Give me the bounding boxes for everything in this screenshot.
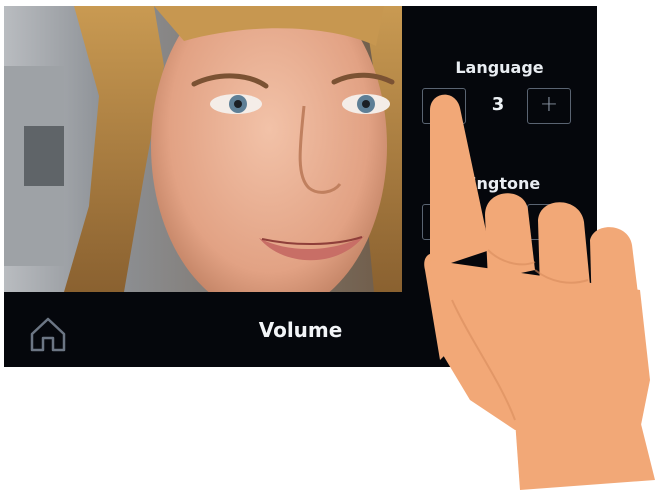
language-increment-button[interactable]: + xyxy=(527,88,571,124)
stage: Language − 3 + Ringtone − + Volume xyxy=(0,0,659,491)
language-decrement-button[interactable]: − xyxy=(422,88,466,124)
language-label: Language xyxy=(455,58,544,77)
home-icon[interactable] xyxy=(28,314,68,354)
caller-face-image xyxy=(4,6,402,292)
page-title: Volume xyxy=(258,318,343,342)
ringtone-label: Ringtone xyxy=(458,174,541,193)
intercom-screen: Language − 3 + Ringtone − + Volume xyxy=(4,6,597,367)
video-feed xyxy=(4,6,402,292)
bottom-bar: Volume xyxy=(4,292,597,367)
settings-panel: Language − 3 + Ringtone − + xyxy=(402,6,597,292)
ringtone-decrement-button[interactable]: − xyxy=(422,204,466,240)
ringtone-increment-button[interactable]: + xyxy=(527,204,571,240)
language-value: 3 xyxy=(491,94,505,115)
